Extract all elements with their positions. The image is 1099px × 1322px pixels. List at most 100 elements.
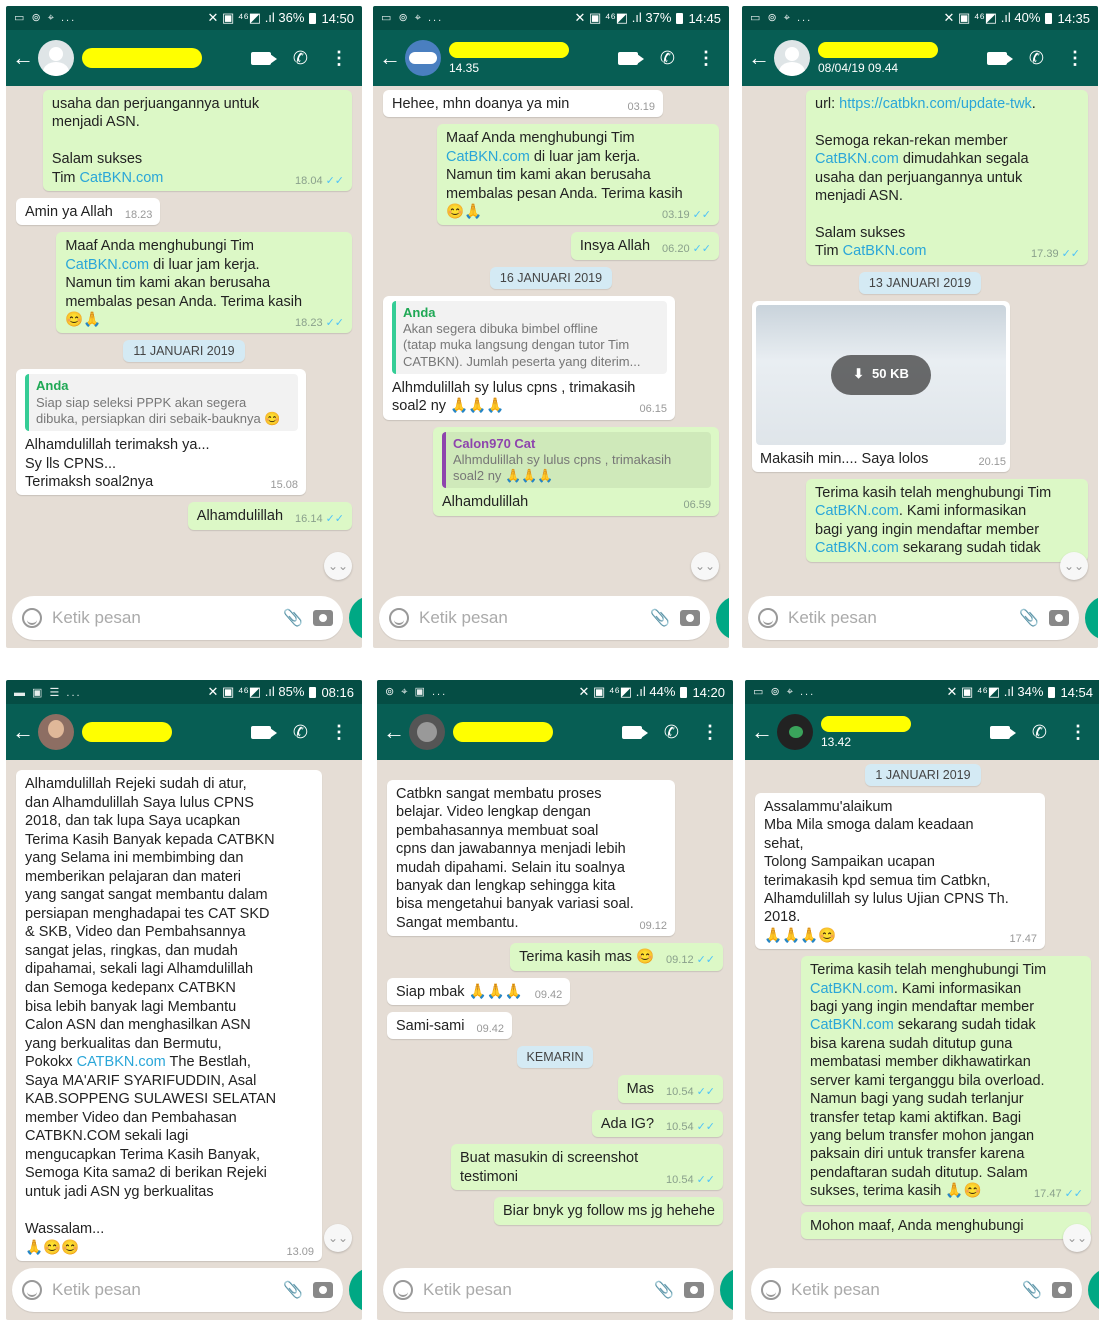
- scroll-down-icon[interactable]: ⌄⌄: [691, 552, 719, 580]
- back-arrow-icon[interactable]: ←: [751, 719, 773, 745]
- message-link[interactable]: CatBKN.com: [80, 170, 164, 186]
- emoji-icon[interactable]: [22, 608, 42, 628]
- message-bubble[interactable]: Buat masukin di screenshot testimoni 10.…: [451, 1144, 723, 1191]
- scroll-down-icon[interactable]: ⌄⌄: [324, 1224, 352, 1252]
- camera-icon[interactable]: [312, 1282, 333, 1298]
- mic-button[interactable]: [1087, 1268, 1099, 1312]
- avatar[interactable]: [405, 40, 441, 76]
- image-thumbnail[interactable]: ⬇ 50 KB: [756, 304, 1006, 445]
- message-bubble[interactable]: Mas 10.54 ✓✓: [617, 1075, 723, 1103]
- more-menu-icon[interactable]: ⋮: [330, 48, 348, 69]
- video-call-icon[interactable]: [250, 725, 277, 739]
- avatar[interactable]: [774, 40, 810, 76]
- more-menu-icon[interactable]: ⋮: [697, 48, 715, 69]
- message-bubble[interactable]: Catbkn sangat membatu proses belajar. Vi…: [387, 780, 675, 937]
- more-menu-icon[interactable]: ⋮: [330, 722, 348, 743]
- video-call-icon[interactable]: [986, 51, 1013, 65]
- avatar[interactable]: [38, 40, 74, 76]
- emoji-icon[interactable]: [389, 608, 409, 628]
- scroll-down-icon[interactable]: ⌄⌄: [1063, 1224, 1091, 1252]
- message-link[interactable]: CatBKN.com: [65, 257, 149, 273]
- message-link[interactable]: CatBKN.com: [446, 149, 530, 165]
- message-bubble[interactable]: Siap mbak 🙏🙏🙏 09.42: [387, 977, 571, 1006]
- message-link[interactable]: CatBKN.com: [843, 243, 927, 259]
- camera-icon[interactable]: [1051, 1282, 1072, 1298]
- message-link[interactable]: CatBKN.com: [810, 1017, 894, 1033]
- mic-button[interactable]: [719, 1268, 733, 1312]
- emoji-icon[interactable]: [22, 1280, 42, 1300]
- message-list[interactable]: 1 JANUARI 2019 Assalammu'alaikum Mba Mil…: [745, 760, 1099, 1264]
- scroll-down-icon[interactable]: ⌄⌄: [324, 552, 352, 580]
- message-bubble[interactable]: Sami-sami 09.42: [387, 1012, 513, 1040]
- message-bubble[interactable]: usaha dan perjuangannya untuk menjadi AS…: [42, 90, 352, 192]
- attach-icon[interactable]: 📎: [654, 1280, 674, 1300]
- attach-icon[interactable]: 📎: [283, 1280, 303, 1300]
- message-list[interactable]: Catbkn sangat membatu proses belajar. Vi…: [377, 760, 733, 1264]
- quoted-message[interactable]: Anda Akan segera dibuka bimbel offline (…: [392, 300, 667, 374]
- message-list[interactable]: Alhamdulillah Rejeki sudah di atur, dan …: [6, 760, 362, 1264]
- back-arrow-icon[interactable]: ←: [12, 45, 34, 71]
- scroll-down-icon[interactable]: ⌄⌄: [1060, 552, 1088, 580]
- video-call-icon[interactable]: [250, 51, 277, 65]
- message-input[interactable]: [788, 608, 1009, 628]
- camera-icon[interactable]: [683, 1282, 704, 1298]
- image-message[interactable]: ⬇ 50 KB Makasih min.... Saya lolos 20.15: [752, 300, 1010, 473]
- more-menu-icon[interactable]: ⋮: [1066, 48, 1084, 69]
- message-list[interactable]: Hehee, mhn doanya ya min 03.19 Maaf Anda…: [373, 86, 729, 592]
- attach-icon[interactable]: 📎: [650, 608, 670, 628]
- message-bubble[interactable]: Terima kasih telah menghubungi Tim CatBK…: [806, 479, 1088, 562]
- contact-info[interactable]: 14.35: [449, 41, 610, 75]
- phone-call-icon[interactable]: ✆: [1032, 722, 1047, 743]
- message-bubble[interactable]: Mohon maaf, Anda menghubungi: [801, 1211, 1091, 1239]
- video-call-icon[interactable]: [989, 725, 1016, 739]
- contact-info[interactable]: 08/04/19 09.44: [818, 41, 979, 75]
- avatar[interactable]: [777, 714, 813, 750]
- camera-icon[interactable]: [679, 610, 700, 626]
- mic-button[interactable]: [1084, 596, 1098, 640]
- back-arrow-icon[interactable]: ←: [383, 719, 405, 745]
- more-menu-icon[interactable]: ⋮: [1069, 722, 1087, 743]
- emoji-icon[interactable]: [393, 1280, 413, 1300]
- contact-info[interactable]: 13.42: [821, 715, 982, 749]
- message-bubble[interactable]: Hehee, mhn doanya ya min 03.19: [383, 90, 663, 118]
- message-bubble[interactable]: Alhamdulillah 16.14 ✓✓: [187, 502, 352, 530]
- phone-call-icon[interactable]: ✆: [664, 722, 679, 743]
- message-bubble[interactable]: Terima kasih telah menghubungi Tim CatBK…: [801, 956, 1091, 1205]
- mic-button[interactable]: [348, 1268, 362, 1312]
- attach-icon[interactable]: 📎: [1022, 1280, 1042, 1300]
- attach-icon[interactable]: 📎: [1019, 608, 1039, 628]
- mic-button[interactable]: [348, 596, 362, 640]
- message-bubble[interactable]: url: https://catbkn.com/update-twk. Semo…: [806, 90, 1088, 265]
- attach-icon[interactable]: 📎: [283, 608, 303, 628]
- quoted-message[interactable]: Calon970 Cat Alhmdulillah sy lulus cpns …: [442, 431, 711, 489]
- message-bubble[interactable]: Ada IG? 10.54 ✓✓: [591, 1109, 723, 1138]
- message-list[interactable]: usaha dan perjuangannya untuk menjadi AS…: [6, 86, 362, 592]
- back-arrow-icon[interactable]: ←: [12, 719, 34, 745]
- message-list[interactable]: url: https://catbkn.com/update-twk. Semo…: [742, 86, 1098, 592]
- message-link[interactable]: CatBKN.com: [815, 540, 899, 556]
- contact-info[interactable]: [453, 722, 614, 742]
- message-bubble[interactable]: Amin ya Allah 18.23: [16, 198, 161, 226]
- mic-button[interactable]: [715, 596, 729, 640]
- phone-call-icon[interactable]: ✆: [293, 48, 308, 69]
- message-bubble[interactable]: Assalammu'alaikum Mba Mila smoga dalam k…: [755, 793, 1045, 950]
- emoji-icon[interactable]: [761, 1280, 781, 1300]
- back-arrow-icon[interactable]: ←: [379, 45, 401, 71]
- message-link[interactable]: https://catbkn.com/update-twk: [839, 96, 1032, 112]
- contact-info[interactable]: [82, 48, 243, 68]
- message-bubble[interactable]: Maaf Anda menghubungi Tim CatBKN.com di …: [437, 124, 719, 226]
- message-bubble[interactable]: Anda Siap siap seleksi PPPK akan segera …: [16, 369, 306, 496]
- message-bubble[interactable]: Insya Allah 06.20 ✓✓: [570, 232, 719, 260]
- message-input[interactable]: [52, 608, 273, 628]
- message-link[interactable]: CatBKN.com: [815, 151, 899, 167]
- camera-icon[interactable]: [1048, 610, 1069, 626]
- phone-call-icon[interactable]: ✆: [660, 48, 675, 69]
- message-input[interactable]: [52, 1280, 273, 1300]
- download-button[interactable]: ⬇ 50 KB: [831, 354, 931, 395]
- avatar[interactable]: [38, 714, 74, 750]
- emoji-icon[interactable]: [758, 608, 778, 628]
- phone-call-icon[interactable]: ✆: [1029, 48, 1044, 69]
- contact-info[interactable]: [82, 722, 243, 742]
- quoted-message[interactable]: Anda Siap siap seleksi PPPK akan segera …: [25, 374, 298, 432]
- message-link[interactable]: CATBKN.com: [77, 1054, 166, 1070]
